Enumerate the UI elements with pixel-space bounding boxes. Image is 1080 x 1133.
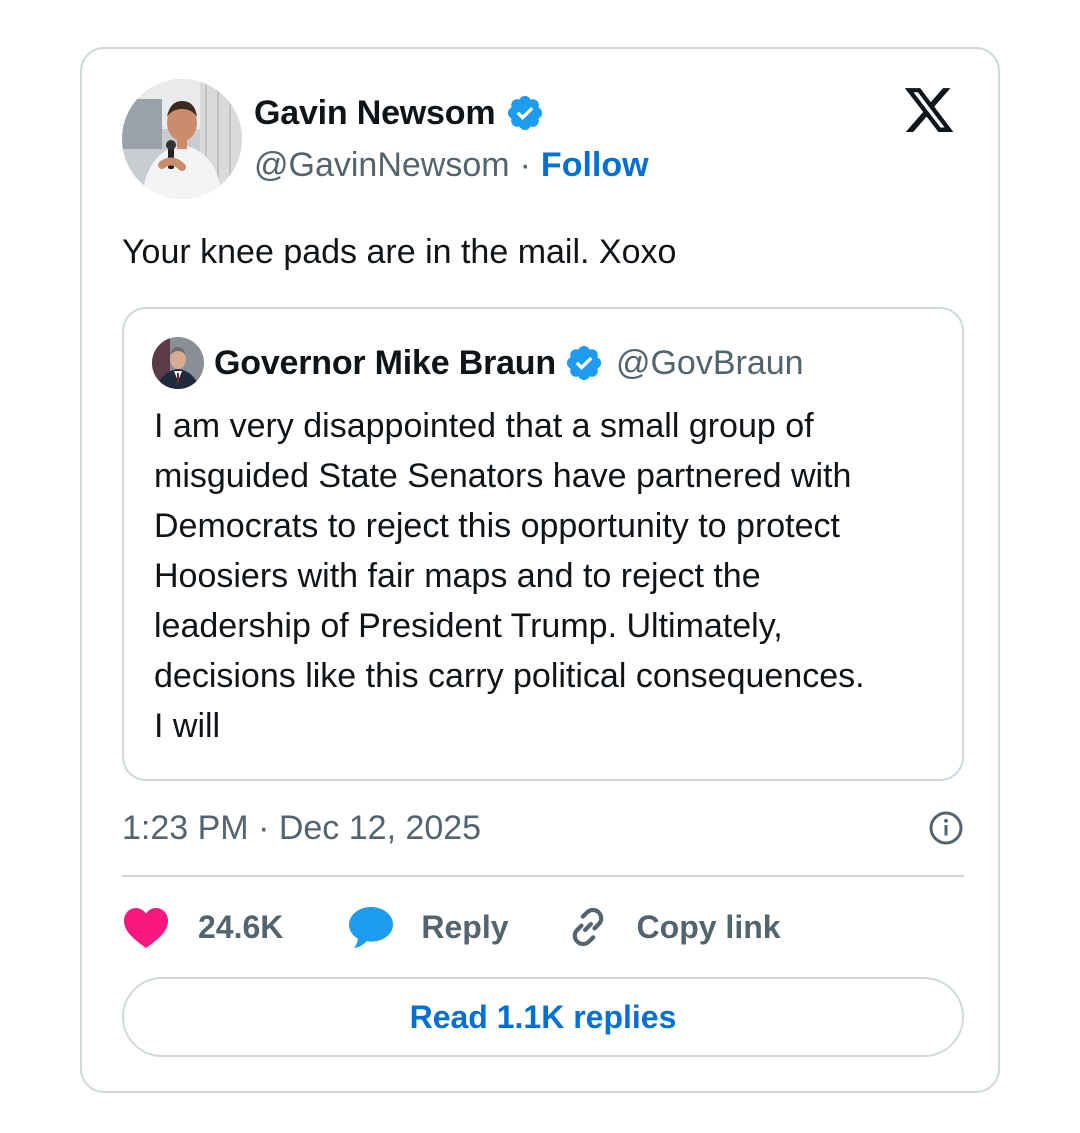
follow-button[interactable]: Follow [541,146,649,185]
copy-link-button[interactable]: Copy link [565,904,781,950]
quoted-tweet[interactable]: Governor Mike Braun @GovBraun I am very … [122,307,964,781]
author-avatar[interactable] [122,79,242,199]
embedded-tweet-card: Gavin Newsom @GavinNewsom · Follow Your … [80,47,1000,1093]
tweet-actions: 24.6K Reply Copy link [122,901,781,953]
tweet-meta-row: 1:23 PM · Dec 12, 2025 [122,805,964,851]
quoted-author-avatar[interactable] [152,337,204,389]
tweet-text: Your knee pads are in the mail. Xoxo [122,233,677,271]
author-handle[interactable]: @GavinNewsom [254,146,510,185]
verified-badge-icon [566,345,602,381]
quoted-author-row: Governor Mike Braun @GovBraun [214,341,804,385]
divider [122,875,964,877]
read-replies-button[interactable]: Read 1.1K replies [122,977,964,1057]
author-display-name[interactable]: Gavin Newsom [254,94,496,133]
reply-label: Reply [421,908,509,945]
x-logo-icon[interactable] [900,83,958,137]
quoted-author-handle: @GovBraun [615,343,804,382]
quoted-author-display-name: Governor Mike Braun [214,343,556,382]
link-icon [572,907,603,947]
info-icon[interactable] [928,810,964,846]
separator-dot: · [519,145,531,184]
like-button[interactable]: 24.6K [122,905,283,949]
quoted-tweet-text: I am very disappointed that a small grou… [154,407,865,745]
avatar-photo-icon [152,337,204,389]
tweet-timestamp[interactable]: 1:23 PM · Dec 12, 2025 [122,809,481,848]
verified-badge-icon [508,95,543,131]
copy-link-label: Copy link [636,908,781,945]
like-count: 24.6K [198,908,284,945]
reply-button[interactable]: Reply [347,904,509,950]
heart-icon [124,908,168,948]
author-handle-row: @GavinNewsom · Follow [254,145,649,185]
avatar-photo-icon [122,79,242,199]
speech-bubble-icon [349,907,394,948]
author-name-row[interactable]: Gavin Newsom [254,91,545,135]
